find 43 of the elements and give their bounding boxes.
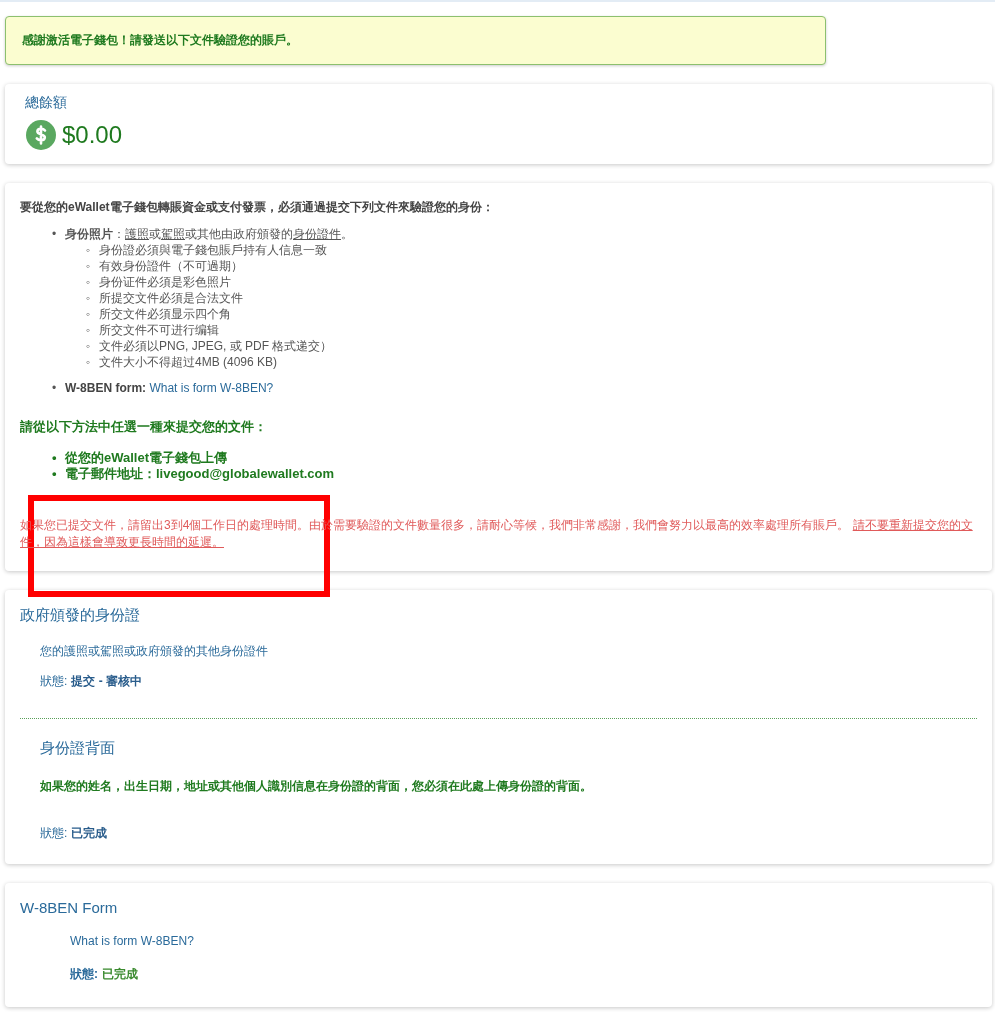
w8ben-label: W-8BEN form: xyxy=(65,381,147,395)
submission-method: 從您的eWallet電子錢包上傳 xyxy=(65,450,228,466)
status-value: 已完成 xyxy=(102,966,138,983)
status-value: 提交 - 審核中 xyxy=(71,673,142,690)
status-label: 狀態: xyxy=(70,966,98,983)
bullet-marker: • xyxy=(52,380,58,396)
bullet-marker: ◦ xyxy=(86,258,92,274)
bullet-marker: • xyxy=(52,226,58,242)
requirement-rule: 身份证件必須是彩色照片 xyxy=(99,274,231,290)
dollar-coin-icon xyxy=(26,120,56,150)
bullet-marker: • xyxy=(52,450,58,466)
requirements-intro: 要從您的eWallet電子錢包轉賬資金或支付發票，必須通過提交下列文件來驗證您的身份： xyxy=(20,199,495,216)
bullet-marker: ◦ xyxy=(86,242,92,258)
balance-amount: $0.00 xyxy=(62,121,123,149)
requirement-rule: 身份證必須與電子錢包賬戶持有人信息一致 xyxy=(99,242,327,258)
bullet-marker: ◦ xyxy=(86,322,92,338)
requirement-rule: 文件大小不得超过4MB (4096 KB) xyxy=(99,354,278,370)
requirement-rule: 所提交文件必須是合法文件 xyxy=(99,290,243,306)
section-title: W-8BEN Form xyxy=(20,899,119,916)
bullet-marker: ◦ xyxy=(86,306,92,322)
requirement-rule: 所交文件不可进行编辑 xyxy=(99,322,219,338)
requirement-rule: 所交文件必須显示四个角 xyxy=(99,306,231,322)
section-description: 您的護照或駕照或政府頒發的其他身份證件 xyxy=(40,643,269,660)
section-title: 身份證背面 xyxy=(40,739,116,758)
w8ben-link[interactable]: What is form W-8BEN? xyxy=(149,381,274,395)
requirement-rule: 文件必須以PNG, JPEG, 或 PDF 格式递交） xyxy=(99,338,333,354)
bullet-marker: • xyxy=(52,466,58,482)
balance-label: 總餘額 xyxy=(25,94,68,112)
bullet-marker: ◦ xyxy=(86,274,92,290)
submission-method: 電子郵件地址：livegood@globalewallet.com xyxy=(65,466,335,482)
bullet-marker: ◦ xyxy=(86,338,92,354)
methods-title: 請從以下方法中任選一種來提交您的文件： xyxy=(20,418,268,436)
status-value: 已完成 xyxy=(71,825,108,842)
id-photo-requirement: 身份照片：護照或駕照或其他由政府頒發的身份證件。 xyxy=(65,226,353,242)
bullet-marker: ◦ xyxy=(86,354,92,370)
status-label: 狀態: xyxy=(40,673,68,690)
status-label: 狀態: xyxy=(40,825,68,842)
section-description: 如果您的姓名，出生日期，地址或其他個人識別信息在身份證的背面，您必須在此處上傳身份證的背面。 xyxy=(40,778,593,795)
bullet-marker: ◦ xyxy=(86,290,92,306)
alert-message: 感謝激活電子錢包！請發送以下文件驗證您的賬戶。 xyxy=(5,16,826,65)
section-title: 政府頒發的身份證 xyxy=(20,606,141,625)
w8ben-link[interactable]: What is form W-8BEN? xyxy=(70,934,194,948)
requirement-rule: 有效身份證件（不可過期） xyxy=(99,258,243,274)
